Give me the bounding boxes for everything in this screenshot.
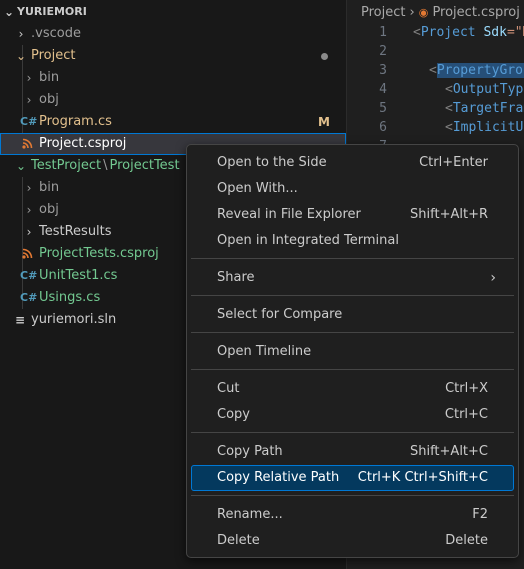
menu-item-rename[interactable]: Rename... F2 <box>191 502 514 528</box>
chevron-down-icon: ⌄ <box>15 49 27 63</box>
chevron-right-icon: › <box>26 181 32 195</box>
explorer-root-folder[interactable]: ⌄ YURIEMORI <box>0 1 346 23</box>
menu-separator <box>191 258 514 259</box>
menu-separator <box>191 295 514 296</box>
tree-item-label: Project <box>31 48 76 63</box>
chevron-right-icon: › <box>26 203 32 217</box>
csharp-file-icon: C# <box>20 115 38 128</box>
menu-item-share[interactable]: Share › <box>191 265 514 291</box>
line-number: 2 <box>379 44 387 59</box>
shortcut-label: F2 <box>472 507 488 522</box>
context-menu: Open to the Side Ctrl+Enter Open With...… <box>186 144 519 558</box>
csharp-file-icon: C# <box>20 291 38 304</box>
menu-item-select-for-compare[interactable]: Select for Compare <box>191 302 514 328</box>
chevron-right-icon: › <box>26 71 32 85</box>
line-number: 3 <box>379 63 387 78</box>
menu-item-delete[interactable]: Delete Delete <box>191 528 514 554</box>
tree-item-project[interactable]: ⌄ Project <box>0 45 346 67</box>
menu-item-open-to-side[interactable]: Open to the Side Ctrl+Enter <box>191 150 514 176</box>
menu-separator <box>191 369 514 370</box>
menu-item-open-in-terminal[interactable]: Open in Integrated Terminal <box>191 228 514 254</box>
menu-item-cut[interactable]: Cut Ctrl+X <box>191 376 514 402</box>
tree-item-vscode[interactable]: › .vscode <box>0 23 346 45</box>
tree-item-obj[interactable]: › obj <box>0 89 346 111</box>
modified-dot-icon <box>321 53 328 60</box>
tree-item-label: TestResults <box>39 224 112 239</box>
code-line[interactable]: <TargetFram <box>445 99 524 118</box>
tree-item-label: Usings.cs <box>39 290 101 305</box>
tree-item-label: .vscode <box>31 26 81 41</box>
tree-item-label: Project.csproj <box>39 136 127 151</box>
rss-icon <box>20 243 34 267</box>
tree-item-label: yuriemori.sln <box>31 312 117 327</box>
menu-item-copy-relative-path[interactable]: Copy Relative Path Ctrl+K Ctrl+Shift+C <box>191 465 514 491</box>
modified-badge: M <box>318 115 330 129</box>
code-line[interactable]: <ImplicitUs <box>445 118 524 137</box>
tree-item-program-cs[interactable]: C# Program.cs M <box>0 111 346 133</box>
line-number: 1 <box>379 25 387 40</box>
shortcut-label: Ctrl+C <box>444 407 488 422</box>
list-icon: ≡ <box>14 313 26 327</box>
chevron-right-icon: › <box>26 225 32 239</box>
chevron-right-icon: › <box>490 270 496 286</box>
menu-item-reveal-in-explorer[interactable]: Reveal in File Explorer Shift+Alt+R <box>191 202 514 228</box>
tree-item-label: obj <box>39 92 59 107</box>
csharp-file-icon: C# <box>20 269 38 282</box>
rss-icon <box>20 133 34 157</box>
shortcut-label: Ctrl+X <box>445 381 488 396</box>
menu-separator <box>191 495 514 496</box>
menu-item-open-with[interactable]: Open With... <box>191 176 514 202</box>
chevron-down-icon: ⌄ <box>15 159 27 173</box>
chevron-right-icon: › <box>26 93 32 107</box>
rss-icon: ◉ <box>418 6 429 19</box>
breadcrumb: Project › ◉ Project.csproj <box>361 4 520 22</box>
tree-item-label: bin <box>39 180 60 195</box>
chevron-right-icon: › <box>18 27 24 41</box>
tree-item-label: TestProject \ ProjectTest <box>31 158 180 173</box>
shortcut-label: Ctrl+Enter <box>419 155 488 170</box>
chevron-right-icon: › <box>409 5 415 20</box>
line-number: 6 <box>379 120 387 135</box>
tree-item-label: UnitTest1.cs <box>39 268 118 283</box>
menu-item-copy[interactable]: Copy Ctrl+C <box>191 402 514 428</box>
code-line[interactable]: <OutputType <box>445 80 524 99</box>
line-number: 4 <box>379 82 387 97</box>
root-folder-label: YURIEMORI <box>17 5 87 18</box>
breadcrumb-item[interactable]: Project.csproj <box>432 5 519 20</box>
tree-item-label: Program.cs <box>39 114 112 129</box>
code-line[interactable]: <PropertyGrou <box>429 61 524 80</box>
menu-separator <box>191 332 514 333</box>
chevron-down-icon: ⌄ <box>3 5 15 19</box>
menu-item-open-timeline[interactable]: Open Timeline <box>191 339 514 365</box>
tree-item-label: obj <box>39 202 59 217</box>
code-line[interactable]: <Project Sdk="M <box>413 23 524 42</box>
menu-separator <box>191 432 514 433</box>
breadcrumb-item[interactable]: Project <box>361 5 405 20</box>
shortcut-label: Shift+Alt+C <box>409 444 488 459</box>
tree-item-bin[interactable]: › bin <box>0 67 346 89</box>
tree-item-label: bin <box>39 70 60 85</box>
tree-item-label: ProjectTests.csproj <box>39 246 159 261</box>
shortcut-label: Ctrl+K Ctrl+Shift+C <box>357 470 488 485</box>
line-number: 5 <box>379 101 387 116</box>
menu-item-copy-path[interactable]: Copy Path Shift+Alt+C <box>191 439 514 465</box>
shortcut-label: Shift+Alt+R <box>410 207 488 222</box>
shortcut-label: Delete <box>445 533 488 548</box>
